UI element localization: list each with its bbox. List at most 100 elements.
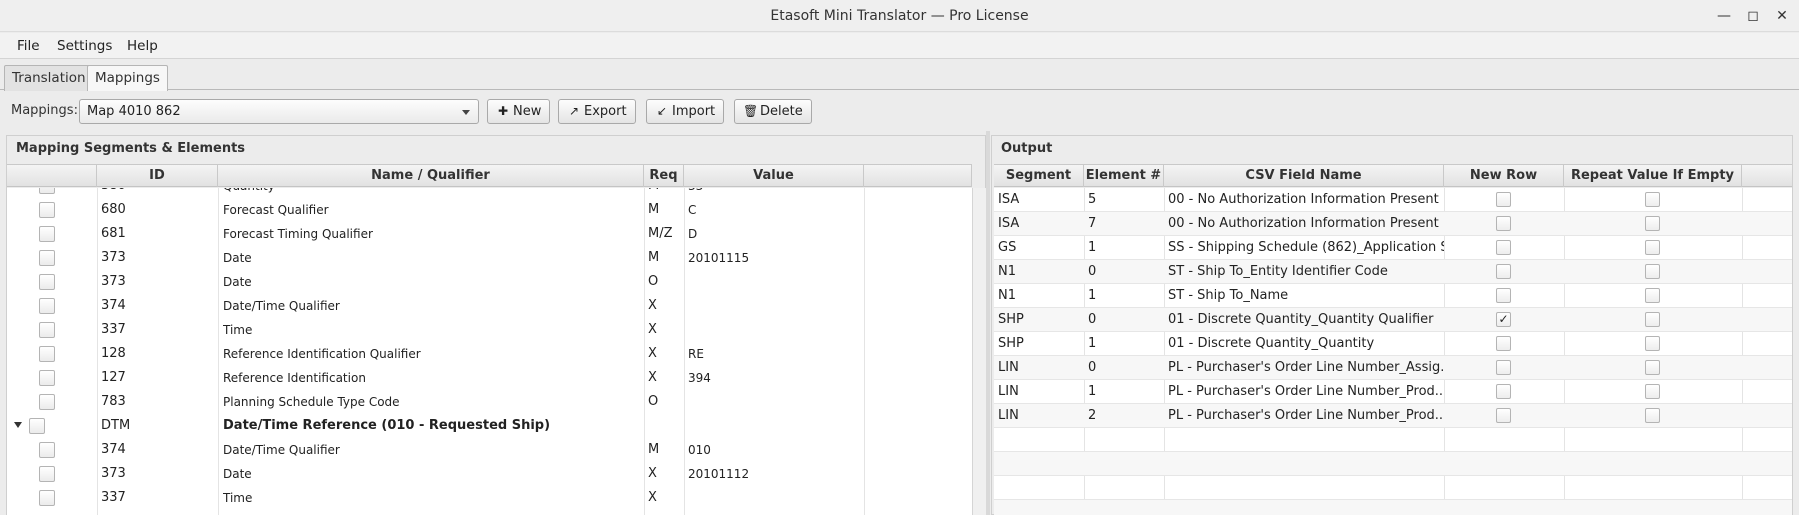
- cell-segment[interactable]: SHP: [994, 308, 1084, 332]
- row-checkbox[interactable]: [39, 226, 55, 242]
- output-row[interactable]: N1 0 ST - Ship To_Entity Identifier Code: [994, 260, 1792, 284]
- tree-element-row[interactable]: 783 Planning Schedule Type Code O: [7, 390, 972, 414]
- cell-segment[interactable]: SHP: [994, 332, 1084, 356]
- new-row-creator-checkbox[interactable]: [1496, 408, 1511, 423]
- cell-csv-field[interactable]: 00 - No Authorization Information Presen…: [1164, 188, 1444, 212]
- new-row-creator-checkbox[interactable]: [1496, 384, 1511, 399]
- repeat-value-checkbox[interactable]: [1645, 288, 1660, 303]
- cell-element[interactable]: 0: [1084, 356, 1164, 380]
- row-checkbox[interactable]: [39, 250, 55, 266]
- col-name[interactable]: Name / Qualifier: [218, 165, 644, 187]
- cell-csv-field[interactable]: 00 - No Authorization Information Presen…: [1164, 212, 1444, 236]
- close-icon[interactable]: ✕: [1771, 6, 1793, 26]
- mapping-tree-grid[interactable]: 380QuantityM33680Forecast QualifierMC681…: [7, 188, 972, 515]
- row-checkbox[interactable]: [39, 274, 55, 290]
- tree-element-row[interactable]: 337 Time X: [7, 486, 972, 510]
- cell-element[interactable]: 1: [1084, 380, 1164, 404]
- minimize-icon[interactable]: —: [1713, 6, 1735, 26]
- row-checkbox[interactable]: [39, 394, 55, 410]
- repeat-value-checkbox[interactable]: [1645, 408, 1660, 423]
- cell-element[interactable]: 0: [1084, 260, 1164, 284]
- new-row-creator-checkbox[interactable]: [1496, 288, 1511, 303]
- tree-element-row[interactable]: 374 Date/Time Qualifier X: [7, 294, 972, 318]
- tree-element-row[interactable]: 681 Forecast Timing Qualifier M/Z D: [7, 222, 972, 246]
- cell-element[interactable]: 1: [1084, 284, 1164, 308]
- cell-csv-field[interactable]: 01 - Discrete Quantity_Quantity Qualifie…: [1164, 308, 1444, 332]
- col-csv-field[interactable]: CSV Field Name: [1164, 165, 1444, 187]
- menu-settings[interactable]: Settings: [57, 38, 112, 54]
- cell-segment[interactable]: GS: [994, 236, 1084, 260]
- output-row[interactable]: LIN 2 PL - Purchaser's Order Line Number_P…: [994, 404, 1792, 428]
- cell-element[interactable]: 5: [1084, 188, 1164, 212]
- output-row[interactable]: N1 1 ST - Ship To_Name: [994, 284, 1792, 308]
- repeat-value-checkbox[interactable]: [1645, 192, 1660, 207]
- row-value[interactable]: D: [688, 222, 860, 246]
- repeat-value-checkbox[interactable]: [1645, 312, 1660, 327]
- cell-segment[interactable]: LIN: [994, 356, 1084, 380]
- mappings-select[interactable]: Map 4010 862: [79, 99, 479, 124]
- row-value[interactable]: 33: [688, 188, 860, 198]
- menu-file[interactable]: File: [17, 38, 40, 54]
- tree-element-row[interactable]: 128 Reference Identification Qualifier X RE: [7, 342, 972, 366]
- new-row-creator-checkbox[interactable]: [1496, 192, 1511, 207]
- col-element[interactable]: Element #: [1084, 165, 1164, 187]
- cell-segment[interactable]: N1: [994, 284, 1084, 308]
- cell-segment[interactable]: LIN: [994, 380, 1084, 404]
- tree-element-row[interactable]: 373 Date M 20101115: [7, 246, 972, 270]
- output-row[interactable]: SHP 0 01 - Discrete Quantity_Quantity Qual…: [994, 308, 1792, 332]
- row-checkbox[interactable]: [39, 370, 55, 386]
- cell-csv-field[interactable]: 01 - Discrete Quantity_Quantity: [1164, 332, 1444, 356]
- tree-element-row[interactable]: 373 Date O: [7, 270, 972, 294]
- row-checkbox[interactable]: [39, 188, 55, 194]
- tree-element-row[interactable]: 373 Date X 20101112: [7, 462, 972, 486]
- new-row-creator-checkbox[interactable]: [1496, 240, 1511, 255]
- row-value[interactable]: [688, 414, 860, 438]
- row-checkbox[interactable]: [39, 466, 55, 482]
- new-row-creator-checkbox[interactable]: [1496, 336, 1511, 351]
- col-segment[interactable]: Segment: [994, 165, 1084, 187]
- row-checkbox[interactable]: [39, 298, 55, 314]
- output-row[interactable]: ISA 5 00 - No Authorization Information Pr…: [994, 188, 1792, 212]
- col-repeat[interactable]: Repeat Value If Empty: [1564, 165, 1742, 187]
- cell-element[interactable]: 1: [1084, 332, 1164, 356]
- maximize-icon[interactable]: ◻: [1742, 6, 1764, 26]
- row-value[interactable]: 394: [688, 366, 860, 390]
- row-value[interactable]: 010: [688, 438, 860, 462]
- row-checkbox[interactable]: [39, 202, 55, 218]
- repeat-value-checkbox[interactable]: [1645, 384, 1660, 399]
- cell-element[interactable]: 2: [1084, 404, 1164, 428]
- row-value[interactable]: [688, 294, 860, 318]
- tree-segment-row[interactable]: DTM Date/Time Reference (010 - Requested …: [7, 414, 972, 438]
- col-new-row[interactable]: New Row Creator: [1444, 165, 1564, 205]
- col-value[interactable]: Value: [684, 165, 864, 187]
- cell-csv-field[interactable]: PL - Purchaser's Order Line Number_Assig…: [1164, 356, 1444, 380]
- repeat-value-checkbox[interactable]: [1645, 336, 1660, 351]
- row-checkbox[interactable]: [29, 418, 45, 434]
- import-button[interactable]: ↙ Import: [646, 99, 725, 124]
- tree-element-row[interactable]: 680 Forecast Qualifier M C: [7, 198, 972, 222]
- cell-element[interactable]: 7: [1084, 212, 1164, 236]
- tab-mappings[interactable]: Mappings: [87, 65, 168, 92]
- pane-splitter[interactable]: [986, 131, 990, 515]
- row-value[interactable]: [688, 270, 860, 294]
- new-button[interactable]: ✚ New: [487, 99, 551, 124]
- row-checkbox[interactable]: [39, 442, 55, 458]
- row-value[interactable]: [688, 486, 860, 510]
- tree-element-row[interactable]: 127 Reference Identification X 394: [7, 366, 972, 390]
- row-value[interactable]: C: [688, 198, 860, 222]
- cell-csv-field[interactable]: PL - Purchaser's Order Line Number_Prod.…: [1164, 404, 1444, 428]
- new-row-creator-checkbox[interactable]: [1496, 360, 1511, 375]
- tree-element-row[interactable]: 337 Time X: [7, 318, 972, 342]
- cell-csv-field[interactable]: ST - Ship To_Name: [1164, 284, 1444, 308]
- repeat-value-checkbox[interactable]: [1645, 240, 1660, 255]
- new-row-creator-checkbox[interactable]: [1496, 216, 1511, 231]
- expand-arrow-icon[interactable]: [14, 422, 22, 428]
- row-value[interactable]: [688, 390, 860, 414]
- repeat-value-checkbox[interactable]: [1645, 216, 1660, 231]
- output-row[interactable]: SHP 1 01 - Discrete Quantity_Quantity: [994, 332, 1792, 356]
- row-value[interactable]: 20101115: [688, 246, 860, 270]
- output-row[interactable]: LIN 0 PL - Purchaser's Order Line Number_A…: [994, 356, 1792, 380]
- row-value[interactable]: [688, 318, 860, 342]
- cell-segment[interactable]: ISA: [994, 188, 1084, 212]
- tree-element-row[interactable]: 374 Date/Time Qualifier M 010: [7, 438, 972, 462]
